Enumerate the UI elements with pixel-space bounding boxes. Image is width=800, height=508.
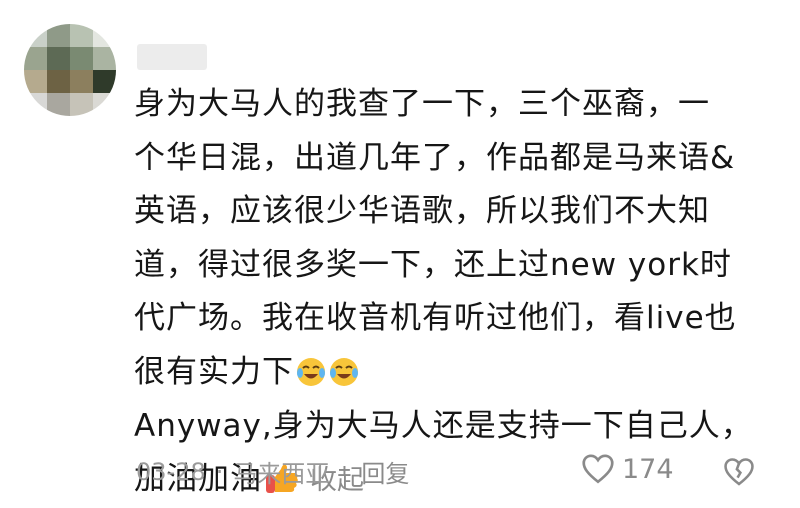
comment-line-text: 很有实力下 (134, 353, 294, 390)
comment-line: 身为大马人的我查了一下，三个巫裔，一 (134, 86, 710, 122)
comment-line: 代广场。我在收音机有听过他们，看live也 (134, 292, 784, 346)
comment-line: 个华日混，出道几年了，作品都是马来语& (134, 139, 736, 176)
comment-line: 英语，应该很少华语歌，所以我们不大知 (134, 193, 710, 230)
comment-date: 03-28 (136, 457, 206, 486)
avatar[interactable] (24, 24, 116, 116)
broken-heart-icon[interactable] (722, 455, 756, 489)
laughing-crying-face-icon (297, 357, 325, 386)
separator-dot: · (215, 457, 224, 486)
comment-line-text: 代广场。我在收音机有听过他们，看live也 (134, 300, 737, 337)
laughing-crying-face-icon (330, 357, 358, 386)
comment-location: 马来西亚 (233, 460, 330, 488)
comment-line: 道，得过很多奖一下，还上过new york时 (134, 246, 732, 283)
comment-meta: 03-28 · 马来西亚 回复 (136, 454, 409, 489)
username-blurred[interactable] (137, 44, 207, 70)
comment-text: 身为大马人的我查了一下，三个巫裔，一 个华日混，出道几年了，作品都是马来语& 英… (134, 78, 784, 508)
comment-line: Anyway,身为大马人还是支持一下自己人， (134, 407, 753, 444)
heart-outline-icon (582, 454, 614, 484)
reply-button[interactable]: 回复 (361, 454, 409, 489)
like-count: 174 (622, 453, 674, 485)
comment-line: 很有实力下 (134, 346, 784, 400)
like-button[interactable]: 174 (580, 451, 674, 487)
